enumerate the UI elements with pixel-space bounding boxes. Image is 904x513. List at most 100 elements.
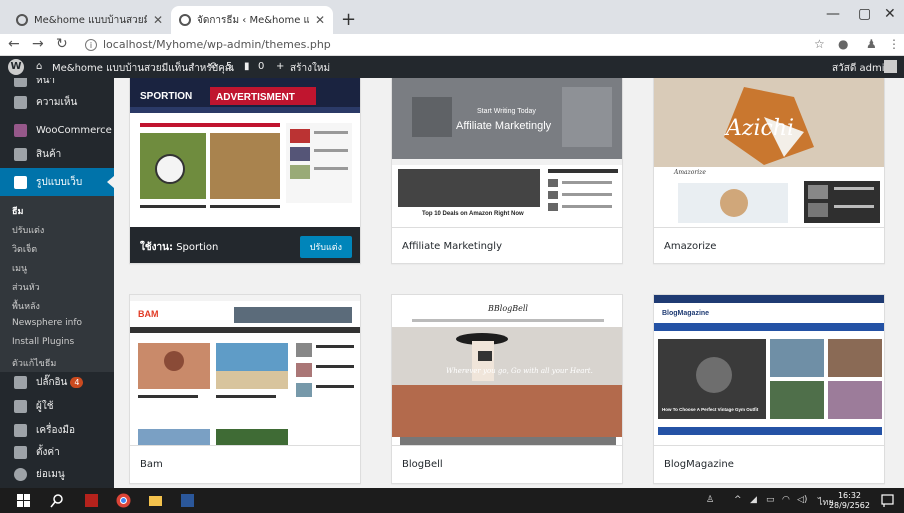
theme-screenshot[interactable]: BlogMagazine How To Choose A Perfect Vin… bbox=[654, 295, 884, 445]
menu-item-comments[interactable]: ความเห็น bbox=[0, 88, 114, 116]
close-window-button[interactable]: ✕ bbox=[884, 6, 896, 22]
theme-name: BlogBell bbox=[402, 459, 443, 470]
submenu-widgets[interactable]: วิดเจ็ต bbox=[12, 242, 37, 256]
browser-tab-strip: Me&home แบบบ้านสวยมีแท็นสำหร ✕ จัดการธีม… bbox=[0, 0, 904, 34]
submenu-menus[interactable]: เมนู bbox=[12, 261, 27, 275]
chrome-icon[interactable] bbox=[116, 493, 131, 508]
network-icon[interactable]: ◢ bbox=[750, 495, 757, 505]
theme-screenshot[interactable]: Start Writing Today Affiliate Marketingl… bbox=[392, 78, 622, 227]
site-name-link[interactable]: Me&home แบบบ้านสวยมีแท็นสำหรับคุณ bbox=[52, 61, 234, 76]
battery-icon[interactable]: ▭ bbox=[766, 495, 775, 505]
blogbell-logo-text: BBlogBell bbox=[487, 304, 528, 313]
sportion-preview: SPORTION ADVERTISMENT bbox=[130, 78, 360, 227]
profile-icon[interactable]: ♟ bbox=[866, 37, 877, 51]
theme-screenshot[interactable]: BBlogBell Wherever you go, Go with all y… bbox=[392, 295, 622, 445]
theme-name: Amazorize bbox=[664, 241, 717, 252]
plus-icon[interactable]: + bbox=[276, 61, 284, 72]
comments-count[interactable]: 0 bbox=[258, 61, 264, 72]
avatar[interactable] bbox=[884, 60, 897, 73]
windows-start-icon[interactable] bbox=[16, 493, 31, 508]
menu-item-label: ตั้งค่า bbox=[36, 446, 60, 458]
theme-card-bam[interactable]: BAM Bam bbox=[129, 294, 361, 484]
admin-sidebar: หน้า ความเห็น WooCommerce สินค้า รูปแบบเ… bbox=[0, 78, 114, 488]
submenu-themes[interactable]: ธีม bbox=[12, 204, 23, 218]
product-icon bbox=[14, 147, 27, 161]
blogmagazine-preview: BlogMagazine How To Choose A Perfect Vin… bbox=[654, 295, 884, 445]
screen: Me&home แบบบ้านสวยมีแท็นสำหร ✕ จัดการธีม… bbox=[0, 0, 904, 513]
theme-name: BlogMagazine bbox=[664, 459, 734, 470]
theme-name-bar: Amazorize bbox=[654, 227, 884, 263]
theme-card-blogmagazine[interactable]: BlogMagazine How To Choose A Perfect Vin… bbox=[653, 294, 885, 484]
file-explorer-icon[interactable] bbox=[148, 493, 163, 508]
clock-time: 16:32 bbox=[837, 491, 862, 500]
theme-name-bar: ใช้งาน: Sportion ปรับแต่ง bbox=[130, 227, 360, 263]
extension-icon[interactable]: ● bbox=[838, 37, 848, 51]
people-icon[interactable]: ♙ bbox=[706, 495, 714, 505]
updates-icon[interactable]: ⟳ bbox=[210, 61, 218, 72]
new-content-link[interactable]: สร้างใหม่ bbox=[290, 61, 330, 76]
menu-item-collapse[interactable]: ย่อเมนู bbox=[0, 460, 114, 488]
minimize-button[interactable]: — bbox=[826, 6, 840, 22]
new-tab-button[interactable]: + bbox=[341, 9, 356, 30]
updates-count[interactable]: 5 bbox=[226, 61, 232, 72]
maximize-button[interactable]: ▢ bbox=[858, 6, 871, 22]
blogmagazine-logo-text: BlogMagazine bbox=[662, 310, 709, 317]
comments-icon[interactable]: ▮ bbox=[244, 61, 250, 72]
app-red-icon[interactable] bbox=[84, 493, 99, 508]
volume-icon[interactable]: ◁) bbox=[797, 495, 807, 505]
bam-logo-text: BAM bbox=[138, 309, 159, 319]
search-icon[interactable] bbox=[50, 493, 65, 508]
back-icon[interactable]: ← bbox=[8, 36, 20, 52]
themes-content: SPORTION ADVERTISMENT ใช้งาน: Sportion ป… bbox=[114, 78, 904, 488]
appearance-icon bbox=[14, 175, 27, 189]
tools-icon bbox=[14, 423, 27, 437]
submenu-newsphere-info[interactable]: Newsphere info bbox=[12, 318, 82, 328]
forward-icon[interactable]: → bbox=[32, 36, 44, 52]
clock[interactable]: 16:32 28/9/2562 bbox=[829, 491, 870, 511]
affiliate-headline-text: Affiliate Marketingly bbox=[456, 120, 552, 132]
submenu-customize[interactable]: ปรับแต่ง bbox=[12, 223, 44, 237]
theme-card-sportion[interactable]: SPORTION ADVERTISMENT ใช้งาน: Sportion ป… bbox=[129, 78, 361, 264]
theme-name: Sportion bbox=[176, 242, 219, 253]
address-bar[interactable]: i localhost/Myhome/wp-admin/themes.php bbox=[85, 38, 331, 51]
affiliate-post-text: Top 10 Deals on Amazon Right Now bbox=[422, 211, 524, 217]
bookmark-star-icon[interactable]: ☆ bbox=[814, 37, 825, 51]
close-tab-icon[interactable]: ✕ bbox=[153, 13, 163, 27]
close-tab-icon[interactable]: ✕ bbox=[315, 13, 325, 27]
globe-icon bbox=[16, 14, 28, 26]
theme-card-amazorize[interactable]: Azichi Amazorize Amazorize bbox=[653, 78, 885, 264]
greeting-link[interactable]: สวัสดี admin bbox=[832, 61, 891, 76]
url-text: localhost/Myhome/wp-admin/themes.php bbox=[103, 38, 331, 51]
notification-icon[interactable] bbox=[880, 493, 895, 508]
wordpress-logo-icon[interactable]: W bbox=[8, 59, 24, 75]
submenu-header[interactable]: ส่วนหัว bbox=[12, 280, 40, 294]
clock-date: 28/9/2562 bbox=[828, 501, 870, 510]
tab-title: Me&home แบบบ้านสวยมีแท็นสำหร bbox=[34, 14, 147, 26]
collapse-icon bbox=[14, 467, 27, 481]
submenu-background[interactable]: พื้นหลัง bbox=[12, 299, 40, 313]
browser-tab-active[interactable]: จัดการธีม ‹ Me&home แบบบ้านสว ✕ bbox=[171, 6, 333, 34]
info-icon[interactable]: i bbox=[85, 39, 97, 51]
tray-chevron-icon[interactable]: ^ bbox=[734, 495, 742, 505]
menu-item-products[interactable]: สินค้า bbox=[0, 140, 114, 168]
submenu-install-plugins[interactable]: Install Plugins bbox=[12, 337, 74, 347]
theme-screenshot[interactable]: BAM bbox=[130, 295, 360, 445]
amazorize-logo-text: Amazorize bbox=[673, 169, 706, 176]
theme-name-bar: Bam bbox=[130, 445, 360, 483]
plugin-icon bbox=[14, 375, 27, 389]
reload-icon[interactable]: ↻ bbox=[56, 36, 68, 52]
menu-item-appearance[interactable]: รูปแบบเว็บ bbox=[0, 168, 114, 196]
theme-card-affiliate-marketingly[interactable]: Start Writing Today Affiliate Marketingl… bbox=[391, 78, 623, 264]
blogmagazine-post-text: How To Choose A Perfect Vintage Gym Outf… bbox=[662, 407, 759, 412]
sportion-ad-text: ADVERTISMENT bbox=[216, 92, 295, 103]
word-icon[interactable] bbox=[180, 493, 195, 508]
theme-card-blogbell[interactable]: BBlogBell Wherever you go, Go with all y… bbox=[391, 294, 623, 484]
customize-button[interactable]: ปรับแต่ง bbox=[299, 236, 352, 258]
windows-taskbar: ♙ ^ ◢ ▭ ◠ ◁) ไทย 16:32 28/9/2562 bbox=[0, 488, 904, 513]
theme-screenshot[interactable]: SPORTION ADVERTISMENT bbox=[130, 78, 360, 227]
menu-dots-icon[interactable]: ⋮ bbox=[888, 37, 900, 51]
browser-tab[interactable]: Me&home แบบบ้านสวยมีแท็นสำหร ✕ bbox=[8, 6, 171, 34]
wifi-icon[interactable]: ◠ bbox=[782, 495, 790, 505]
menu-item-label: ย่อเมนู bbox=[36, 468, 65, 480]
theme-screenshot[interactable]: Azichi Amazorize bbox=[654, 78, 884, 227]
